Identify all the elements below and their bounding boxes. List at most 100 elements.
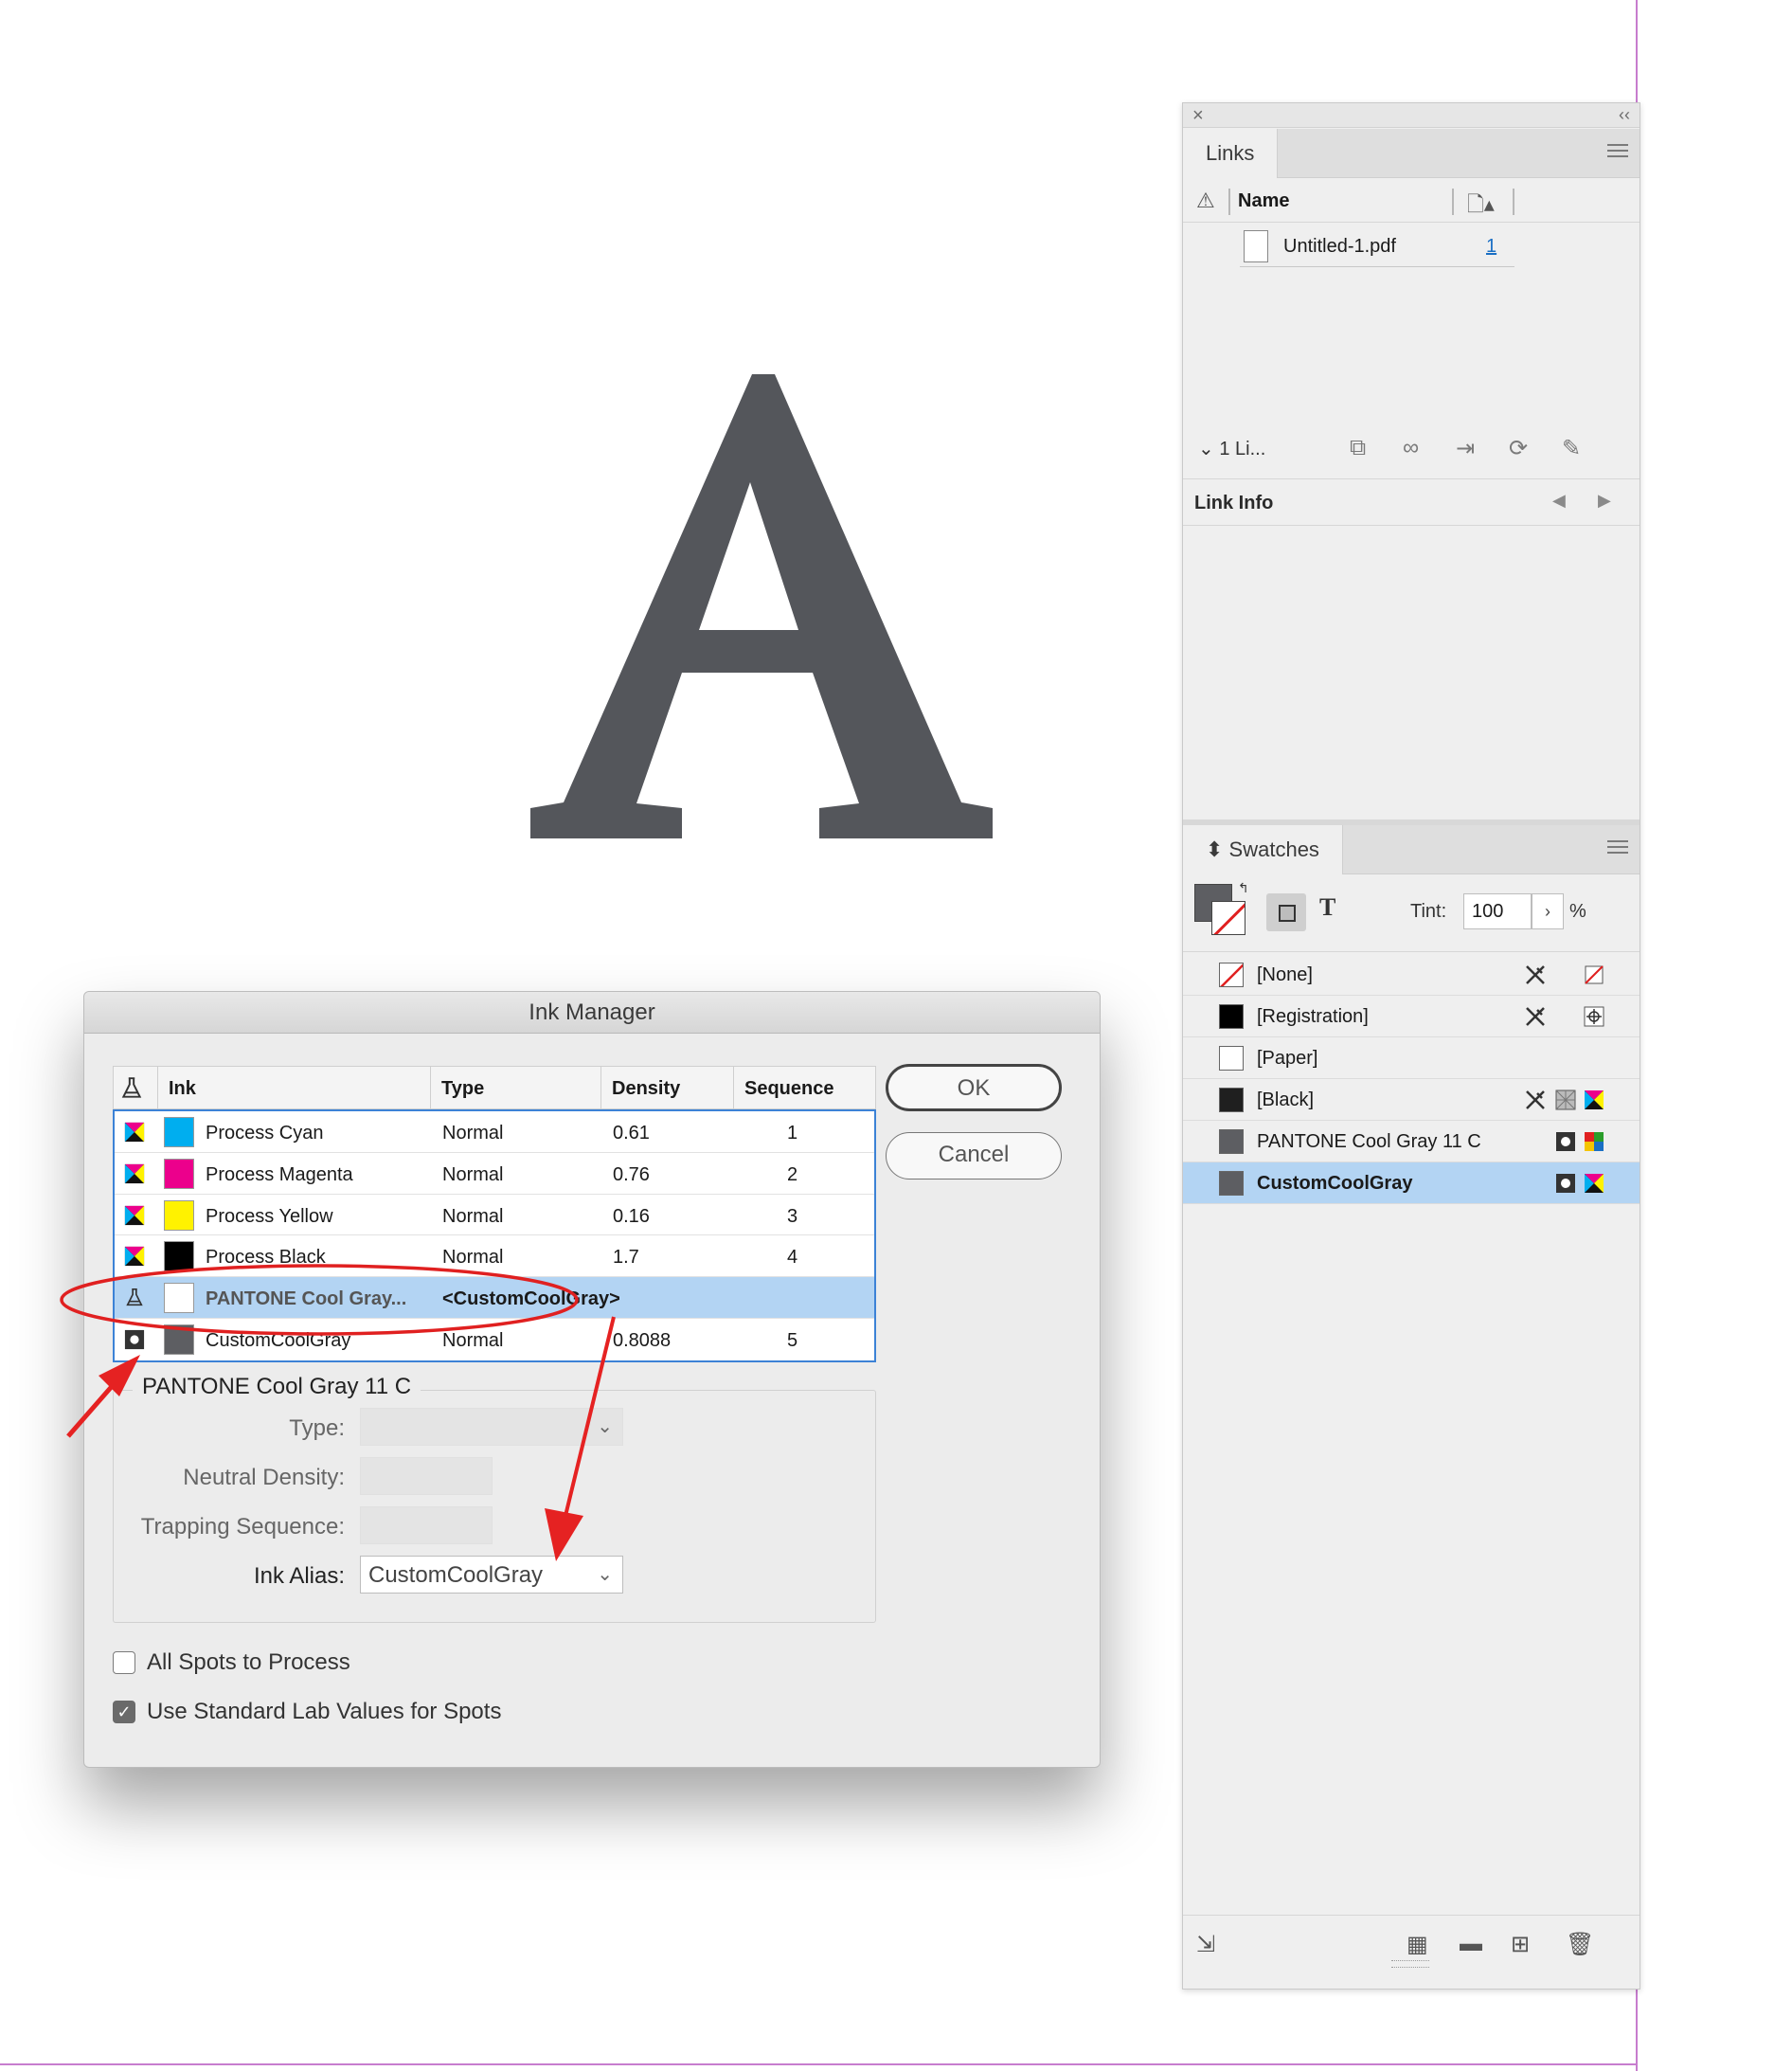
dialog-title: Ink Manager (84, 992, 1100, 1034)
trapping-sequence-input[interactable] (360, 1506, 493, 1544)
std-lab-checkbox[interactable]: ✓ (113, 1701, 135, 1723)
ink-row-selected[interactable]: PANTONE Cool Gray... <CustomCoolGray> (115, 1277, 874, 1319)
std-lab-label: Use Standard Lab Values for Spots (147, 1699, 502, 1724)
chevron-down-icon: ⌄ (597, 1416, 613, 1437)
view-options-icon[interactable]: ▦ (1407, 1931, 1428, 1958)
links-count-text: 1 Li... (1219, 439, 1266, 459)
panel-menu-icon[interactable] (1607, 144, 1628, 161)
type-column-header[interactable]: Type (441, 1078, 484, 1100)
resize-grip[interactable] (1391, 1960, 1429, 1968)
swatch-list: [None] [Registration] [Paper] [Black] PA… (1183, 954, 1640, 1204)
swatch-name: [None] (1257, 964, 1313, 985)
neutral-density-label: Neutral Density: (183, 1465, 345, 1490)
ink-sequence: 2 (787, 1163, 798, 1185)
swatch-row[interactable]: [Registration] (1183, 996, 1640, 1037)
dock-titlebar: × ‹‹ (1183, 103, 1640, 128)
edit-original-icon[interactable]: ✎ (1562, 435, 1581, 462)
link-row[interactable]: Untitled-1.pdf 1 (1183, 226, 1640, 270)
cancel-button[interactable]: Cancel (886, 1132, 1062, 1180)
tab-links[interactable]: Links (1183, 129, 1279, 178)
swatch-chip (1219, 963, 1244, 987)
close-icon[interactable]: × (1192, 105, 1204, 127)
stroke-swatch[interactable] (1211, 901, 1245, 935)
ink-alias-select[interactable]: CustomCoolGray ⌄ (360, 1556, 623, 1594)
relink-icon[interactable]: ∞ (1403, 435, 1419, 461)
ink-name: Process Yellow (206, 1205, 333, 1227)
cmyk-icon (124, 1122, 145, 1143)
panel-dock: × ‹‹ Links ⚠ Name 🗋▴ Untitled-1.pdf 1 ⌄ … (1182, 102, 1640, 1990)
swap-icon[interactable]: ↰ (1238, 880, 1249, 896)
link-filename: Untitled-1.pdf (1283, 236, 1396, 257)
swatch-row[interactable]: [Black] (1183, 1079, 1640, 1121)
tab-swatches[interactable]: ⬍ Swatches (1183, 825, 1343, 874)
ink-alias-row: Ink Alias: CustomCoolGray ⌄ (114, 1556, 875, 1595)
none-swatch-icon (1585, 965, 1604, 984)
warning-icon[interactable]: ⚠ (1196, 189, 1215, 213)
ink-sequence: 1 (787, 1123, 798, 1144)
swatch-row[interactable]: [Paper] (1183, 1037, 1640, 1079)
name-column-header[interactable]: Name (1238, 190, 1289, 212)
type-row: Type: ⌄ (114, 1408, 875, 1448)
type-label: Type: (289, 1415, 345, 1441)
cmyk-icon (124, 1163, 145, 1183)
swatches-tabbar: ⬍ Swatches (1183, 825, 1640, 874)
ink-row[interactable]: Process Magenta Normal 0.76 2 (115, 1153, 874, 1195)
panel-menu-icon[interactable] (1607, 840, 1628, 857)
all-spots-label: All Spots to Process (147, 1649, 350, 1675)
ink-name: PANTONE Cool Gray... (206, 1288, 407, 1310)
link-page-number[interactable]: 1 (1486, 236, 1496, 258)
show-swatch-kinds-icon[interactable]: ⇲ (1196, 1931, 1215, 1958)
next-arrow-icon[interactable]: ▶ (1598, 491, 1611, 511)
ink-row[interactable]: Process Cyan Normal 0.61 1 (115, 1111, 874, 1153)
relink-cc-icon[interactable]: ⧉ (1350, 435, 1366, 461)
delete-swatch-icon[interactable]: 🗑 (1566, 1931, 1594, 1958)
ink-color-chip (164, 1117, 194, 1147)
update-link-icon[interactable]: ⟳ (1509, 435, 1528, 462)
density-column-header[interactable]: Density (612, 1078, 680, 1100)
collapse-icon[interactable]: ‹‹ (1619, 105, 1630, 125)
type-select[interactable]: ⌄ (360, 1408, 623, 1446)
trapping-row: Trapping Sequence: (114, 1506, 875, 1546)
swatch-row-selected[interactable]: CustomCoolGray (1183, 1162, 1640, 1204)
ink-density: 0.61 (613, 1123, 650, 1144)
ink-table: Ink Type Density Sequence Process Cyan N… (113, 1066, 876, 1362)
ok-button[interactable]: OK (886, 1064, 1062, 1111)
tint-input[interactable]: 100 (1463, 893, 1532, 929)
formatting-container-button[interactable] (1266, 893, 1306, 931)
ink-row[interactable]: CustomCoolGray Normal 0.8088 5 (115, 1319, 874, 1360)
ink-name: Process Cyan (206, 1123, 324, 1144)
links-footer: ⌄ 1 Li... ⧉ ∞ ⇥ ⟳ ✎ (1183, 425, 1640, 471)
ink-row[interactable]: Process Black Normal 1.7 4 (115, 1235, 874, 1278)
ink-row[interactable]: Process Yellow Normal 0.16 3 (115, 1195, 874, 1236)
swatch-name: [Paper] (1257, 1048, 1318, 1069)
page-column-icon[interactable]: 🗋▴ (1467, 189, 1495, 225)
tint-slider-toggle[interactable]: › (1532, 893, 1564, 929)
new-color-group-icon[interactable]: ▬ (1460, 1931, 1482, 1957)
ink-type: Normal (442, 1205, 504, 1227)
page-guide-horizontal (0, 2063, 1638, 2065)
link-info-section[interactable]: Link Info ◀ ▶ (1183, 478, 1640, 526)
goto-link-icon[interactable]: ⇥ (1456, 435, 1475, 462)
ink-color-chip (164, 1158, 194, 1189)
ink-alias-selected: CustomCoolGray (368, 1562, 544, 1588)
swatches-tab-label: Swatches (1228, 837, 1319, 861)
swatch-row[interactable]: [None] (1183, 954, 1640, 996)
swatch-row[interactable]: PANTONE Cool Gray 11 C (1183, 1121, 1640, 1162)
all-spots-checkbox[interactable] (113, 1651, 135, 1674)
links-count[interactable]: ⌄ 1 Li... (1198, 437, 1265, 460)
cmyk-icon (1585, 1090, 1604, 1109)
swatch-controls: ↰ T Tint: 100 › % (1183, 876, 1640, 952)
new-swatch-icon[interactable]: ⊞ (1511, 1931, 1530, 1958)
ink-sequence: 4 (787, 1247, 798, 1269)
neutral-density-row: Neutral Density: (114, 1457, 875, 1497)
ink-table-body: Process Cyan Normal 0.61 1 Process Magen… (113, 1109, 876, 1362)
group-title: PANTONE Cool Gray 11 C (133, 1374, 421, 1400)
cmyk-icon (124, 1205, 145, 1225)
swatch-chip (1219, 1129, 1244, 1154)
neutral-density-input[interactable] (360, 1457, 493, 1495)
prev-arrow-icon[interactable]: ◀ (1552, 491, 1566, 511)
sequence-column-header[interactable]: Sequence (744, 1078, 833, 1100)
formatting-text-button[interactable]: T (1319, 893, 1335, 922)
canvas-letter-a[interactable] (530, 374, 1004, 848)
ink-column-header[interactable]: Ink (169, 1078, 196, 1100)
